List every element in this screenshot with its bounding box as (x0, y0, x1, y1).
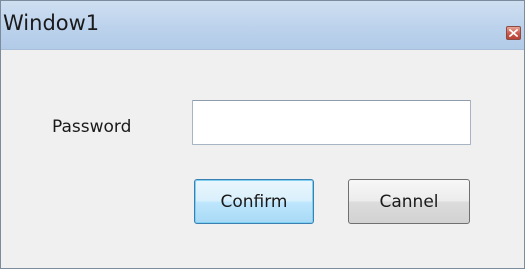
password-label: Password (52, 117, 132, 137)
window-title: Window1 (3, 11, 100, 35)
close-button[interactable] (506, 26, 521, 40)
dialog-window: Window1 Password Confirm Cannel (0, 0, 525, 269)
confirm-button[interactable]: Confirm (194, 179, 314, 224)
close-icon (509, 29, 518, 37)
password-input[interactable] (192, 100, 471, 145)
cancel-button[interactable]: Cannel (348, 179, 470, 224)
title-bar[interactable]: Window1 (1, 1, 524, 50)
